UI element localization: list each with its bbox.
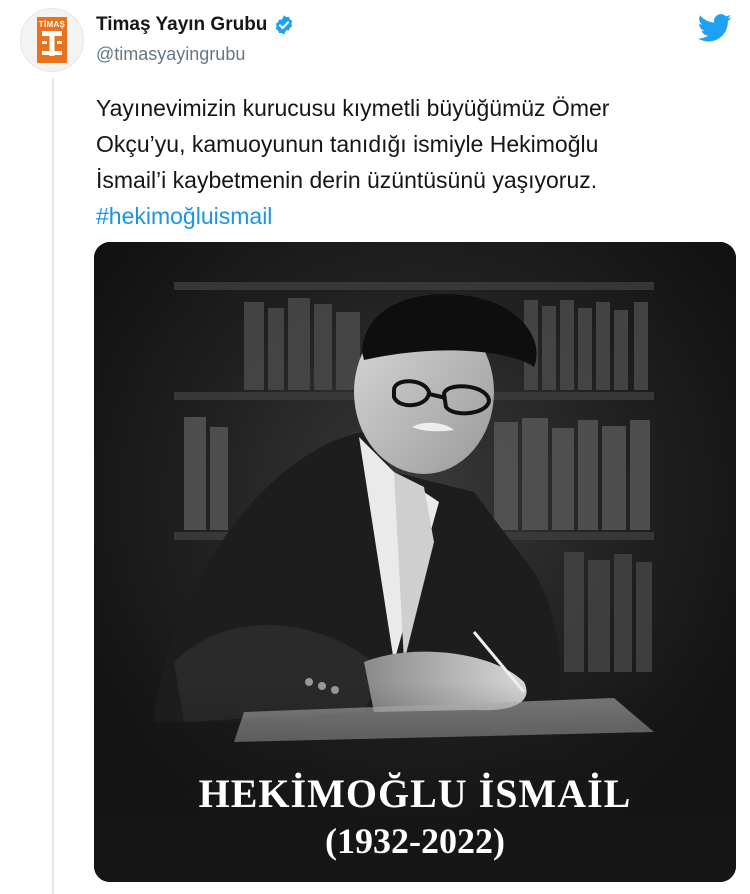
twitter-bird-icon[interactable] — [697, 14, 732, 47]
timas-logo: TİMAŞ — [37, 17, 67, 63]
tweet-text-line: Okçu’yu, kamuoyunun tanıdığı ismiyle Hek… — [96, 131, 599, 157]
memorial-name: HEKİMOĞLU İSMAİL — [198, 771, 632, 816]
avatar[interactable]: TİMAŞ — [20, 8, 84, 72]
thread-line — [52, 78, 54, 894]
verified-badge-icon — [276, 15, 293, 35]
tweet-text-line: İsmail’i kaybetmenin derin üzüntüsünü ya… — [96, 167, 598, 193]
logo-text: TİMAŞ — [38, 20, 66, 29]
tweet-card: TİMAŞ Timaş Yayın Grubu @timasyayingrubu… — [0, 0, 750, 894]
author-name-row: Timaş Yayın Grubu — [96, 14, 295, 36]
memorial-years: (1932-2022) — [325, 821, 505, 861]
logo-mark-icon — [42, 31, 62, 56]
author-handle[interactable]: @timasyayingrubu — [96, 44, 245, 65]
tweet-text: Yayınevimizin kurucusu kıymetli büyüğümü… — [96, 90, 716, 234]
tweet-text-line: Yayınevimizin kurucusu kıymetli büyüğümü… — [96, 95, 610, 121]
tweet-image[interactable]: HEKİMOĞLU İSMAİL (1932-2022) — [94, 242, 736, 882]
display-name[interactable]: Timaş Yayın Grubu — [96, 14, 267, 36]
hashtag-link[interactable]: #hekimoğluismail — [96, 198, 716, 234]
